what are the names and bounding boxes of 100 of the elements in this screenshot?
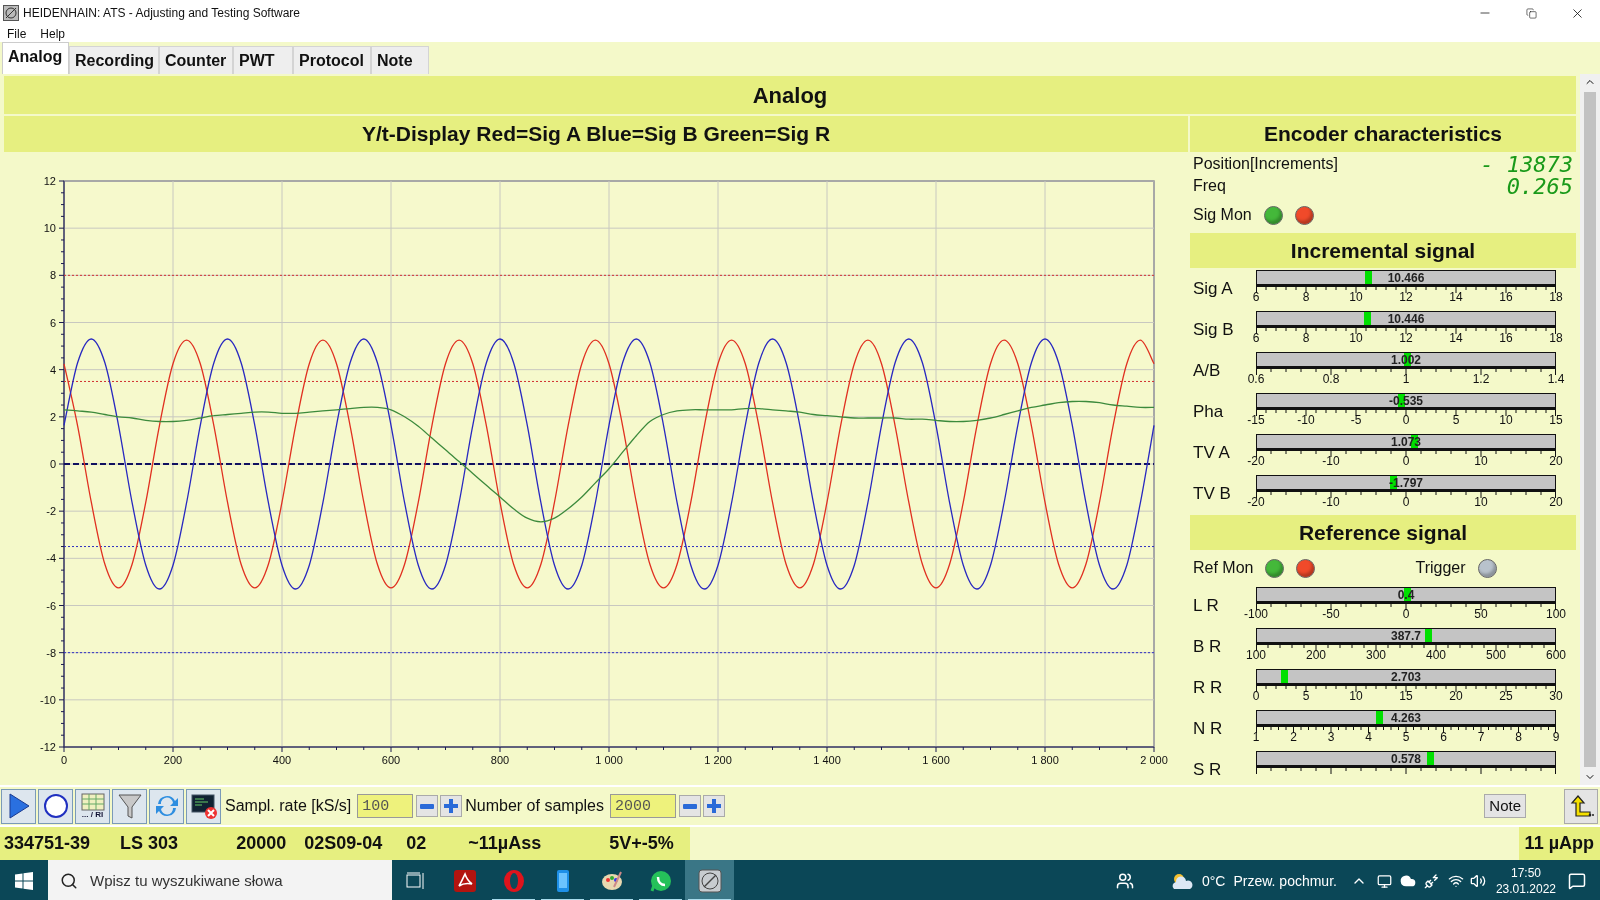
gauge-tick-label: 20 xyxy=(1549,496,1563,508)
decrease-button[interactable] xyxy=(416,795,439,817)
clock-date: 23.01.2022 xyxy=(1495,881,1556,897)
gauge-tick-label: 12 xyxy=(1399,291,1413,303)
gauge-tick-label: 9 xyxy=(1552,731,1560,743)
menu-item[interactable]: Help xyxy=(33,28,73,40)
gauge-tick-label: 10 xyxy=(1349,291,1363,303)
gauge-tick-label: 7 xyxy=(1477,731,1485,743)
increase-button[interactable] xyxy=(440,795,463,817)
windows-logo-icon xyxy=(15,872,33,890)
gauge-value: 4.263 xyxy=(1391,711,1421,724)
note-button[interactable]: Note xyxy=(1484,794,1526,818)
pdf-app-icon[interactable] xyxy=(452,869,477,893)
gauge-tick-label: 0.8 xyxy=(1322,373,1340,385)
gauge-value: 0.578 xyxy=(1391,752,1421,765)
gauge-tick-label: 500 xyxy=(1486,649,1506,661)
x-tick-label: 2 000 xyxy=(1140,754,1168,766)
people-icon[interactable] xyxy=(1115,872,1134,890)
sample-rate-field[interactable]: 100 xyxy=(357,794,414,818)
chart-title: Y/t-Display Red=Sig A Blue=Sig B Green=Sig R xyxy=(4,116,1188,152)
gauge-tick-label: 600 xyxy=(1546,649,1566,661)
trigger-label: Trigger xyxy=(1415,558,1466,578)
y-tick-label: -2 xyxy=(46,505,56,518)
app-logo-icon[interactable] xyxy=(697,869,722,893)
gauge-tick-label: 10 xyxy=(1349,332,1363,344)
taskbar-app[interactable] xyxy=(685,860,734,900)
samples-field[interactable]: 2000 xyxy=(610,794,676,818)
tab[interactable]: Note xyxy=(371,46,429,74)
gauge-tick-label: 5 xyxy=(1452,414,1460,426)
gauge-label: R R xyxy=(1192,677,1224,699)
gauge-tick-label: 16 xyxy=(1499,332,1513,344)
gauge-value: 387.7 xyxy=(1391,629,1421,642)
samples-label: Number of samples xyxy=(465,796,604,816)
gauge-tick-label: 6 xyxy=(1252,291,1260,303)
x-tick-label: 1 600 xyxy=(922,754,950,766)
palette-app-icon[interactable] xyxy=(599,869,624,893)
gauge-tick-label: 6 xyxy=(1440,731,1447,743)
gauge-tick-label: 18 xyxy=(1549,291,1563,303)
gauge-tick-label: -10 xyxy=(1322,496,1340,508)
play-button[interactable] xyxy=(1,788,36,824)
volume-icon[interactable] xyxy=(1469,873,1486,889)
app-logo-icon xyxy=(3,5,19,21)
gauge-value: 2.703 xyxy=(1391,670,1421,683)
status-field: 02 xyxy=(406,830,427,857)
x-tick-label: 400 xyxy=(272,754,292,766)
gauge-tick-label: 4 xyxy=(1365,731,1372,743)
filter-button[interactable] xyxy=(112,788,147,824)
back-button[interactable] xyxy=(1564,788,1598,824)
gauge-tick-label: -10 xyxy=(1297,414,1315,426)
gauge-tick-label: 50 xyxy=(1474,608,1488,620)
search-placeholder: Wpisz tu wyszukiwane słowa xyxy=(90,870,283,891)
gauge-tick-label: 300 xyxy=(1366,649,1386,661)
gauge-tick-label: 6 xyxy=(1252,332,1260,344)
tab[interactable]: Protocol xyxy=(293,46,371,74)
gauge-tick-label: -100 xyxy=(1244,608,1268,620)
chat-app-icon[interactable] xyxy=(648,869,673,893)
increase-button[interactable] xyxy=(703,795,725,817)
gauge-tick-label: 10 xyxy=(1474,496,1488,508)
tab[interactable]: PWT xyxy=(233,46,293,74)
wifi-icon[interactable] xyxy=(1447,873,1464,889)
table-icon xyxy=(80,793,105,811)
table-button[interactable]: ... / RI xyxy=(75,788,110,824)
tab[interactable]: Analog xyxy=(2,42,69,74)
gauge-tick-label: 0.6 xyxy=(1247,373,1265,385)
scrollbar[interactable] xyxy=(1580,74,1600,785)
status-field: 334751-39 xyxy=(4,830,91,857)
section-header: Encoder characteristics xyxy=(1190,116,1576,152)
gauge-tick-label: -10 xyxy=(1322,455,1340,467)
notifications-icon[interactable] xyxy=(1568,872,1586,890)
x-tick-label: 600 xyxy=(381,754,401,766)
gauge-tick-label: 18 xyxy=(1549,332,1563,344)
y-tick-label: 6 xyxy=(49,316,56,329)
search-field[interactable]: Wpisz tu wyszukiwane słowa xyxy=(48,860,392,900)
y-tick-label: -8 xyxy=(46,646,56,659)
x-tick-label: 1 000 xyxy=(595,754,623,766)
menu-item[interactable]: File xyxy=(0,28,34,40)
decrease-button[interactable] xyxy=(679,795,701,817)
gauge-tick-label: 20 xyxy=(1449,690,1463,702)
gauge-tick-label: 15 xyxy=(1399,690,1413,702)
gauge-label: S R xyxy=(1192,759,1223,781)
tab[interactable]: Counter xyxy=(159,46,233,74)
gauge-tick-label: 12 xyxy=(1399,332,1413,344)
y-tick-label: -4 xyxy=(46,552,56,565)
y-tick-label: 12 xyxy=(43,175,56,187)
gauge-tick-label: 25 xyxy=(1499,690,1513,702)
gauge-tick-label: 200 xyxy=(1306,649,1326,661)
sample-rate-label: Sampl. rate [kS/s] xyxy=(225,796,352,816)
tab[interactable]: Recording xyxy=(69,46,159,74)
circle-button[interactable] xyxy=(38,788,73,824)
cloud-icon[interactable] xyxy=(1399,873,1416,889)
gauge-tick-label: 0 xyxy=(1402,455,1410,467)
power-icon[interactable] xyxy=(1423,873,1440,889)
gauge-tick-label: 14 xyxy=(1449,332,1463,344)
y-tick-label: 8 xyxy=(49,269,56,282)
gauge-tick-label: 5 xyxy=(1302,690,1310,702)
gauge-tick-label: 3 xyxy=(1327,731,1335,743)
gauge-tick-label: 10 xyxy=(1349,690,1363,702)
gauge-tick-label: 15 xyxy=(1549,414,1563,426)
position-label: Position[Increments] xyxy=(1193,154,1338,174)
terminal-close-button[interactable] xyxy=(186,788,221,824)
